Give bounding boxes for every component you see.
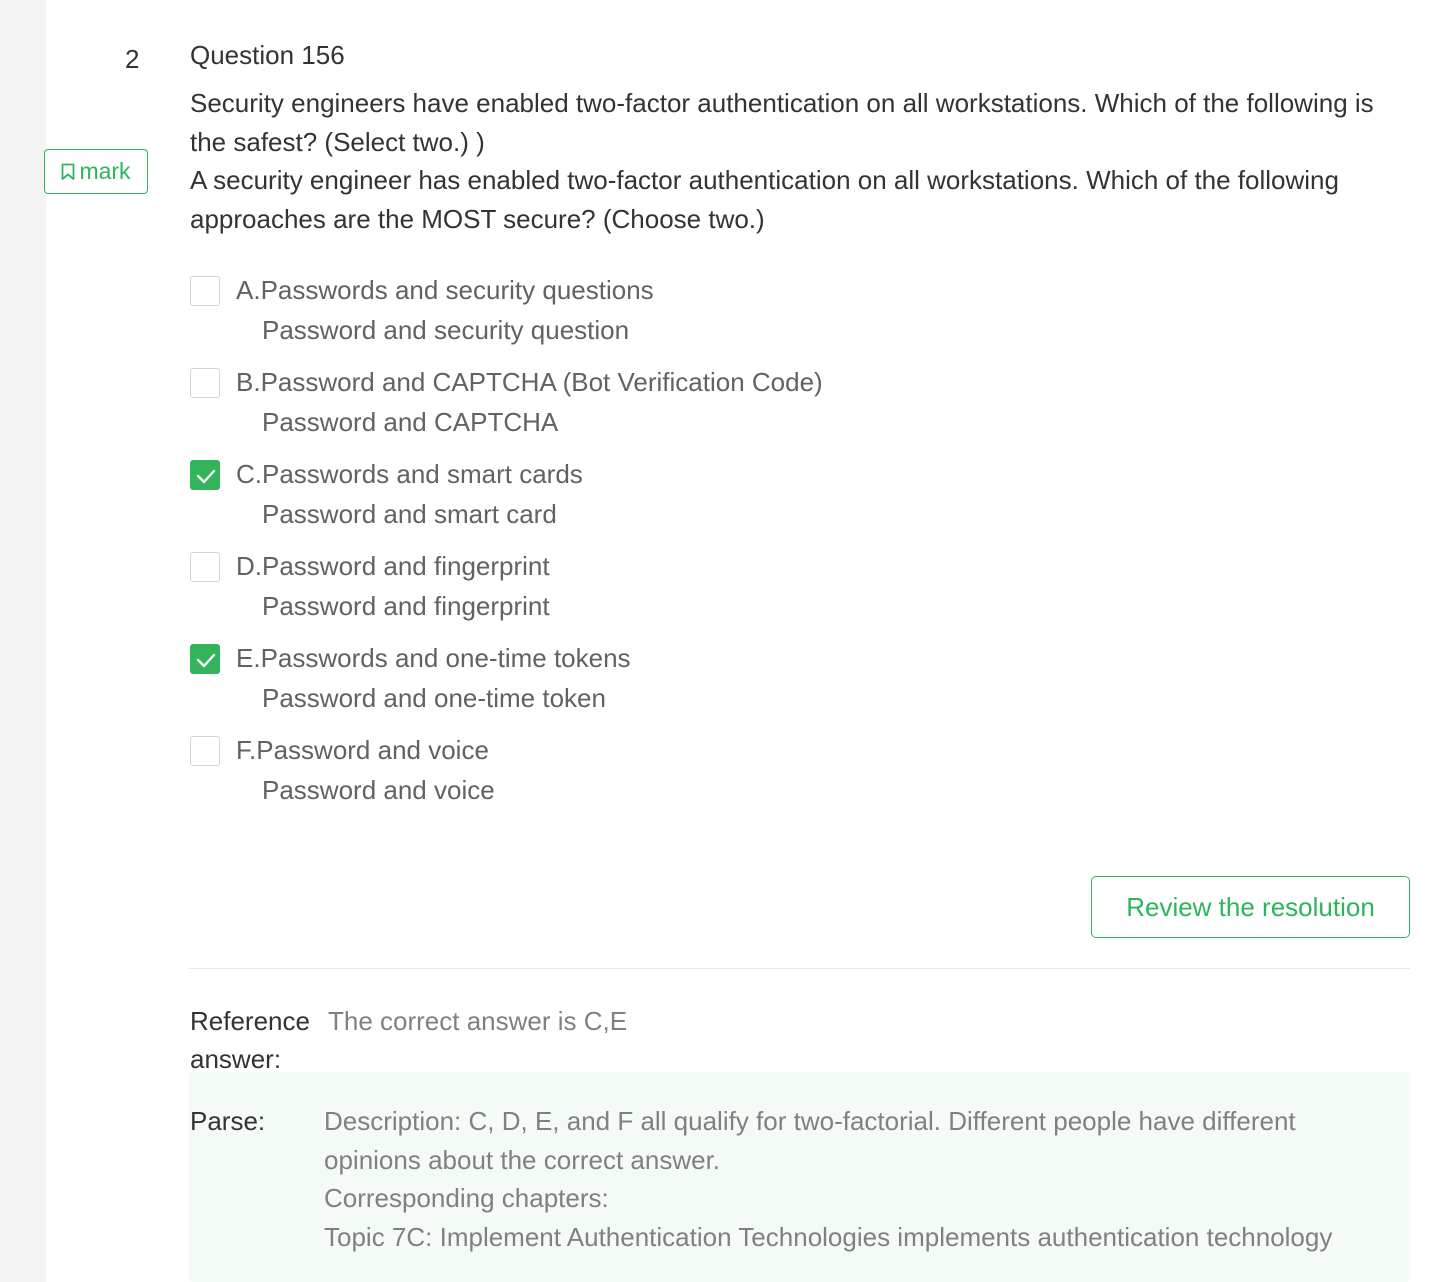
option-e[interactable]: E.Passwords and one-time tokens Password… [190, 638, 1410, 718]
option-f-subtext: Password and voice [262, 775, 495, 805]
checkbox-e[interactable] [190, 644, 220, 674]
review-resolution-button[interactable]: Review the resolution [1091, 876, 1410, 938]
checkbox-f[interactable] [190, 736, 220, 766]
question-title: Question 156 [190, 40, 345, 70]
question-stem-line-2: A security engineer has enabled two-fact… [190, 165, 1339, 234]
reference-answer-label: Reference answer: [190, 1006, 310, 1074]
option-a[interactable]: A.Passwords and security questions Passw… [190, 270, 1410, 350]
checkmark-icon [196, 653, 216, 668]
parse-line-2: Corresponding chapters: [324, 1183, 609, 1213]
question-index: 2 [125, 44, 140, 74]
checkbox-a[interactable] [190, 276, 220, 306]
option-c-label: C.Passwords and smart cards [236, 459, 583, 489]
mark-button[interactable]: mark [44, 149, 148, 194]
option-d[interactable]: D.Password and fingerprint Password and … [190, 546, 1410, 626]
review-wrap: Review the resolution [1091, 876, 1410, 938]
parse-text: Description: C, D, E, and F all qualify … [324, 1102, 1394, 1256]
checkbox-b[interactable] [190, 368, 220, 398]
question-stem: Security engineers have enabled two-fact… [190, 84, 1410, 238]
option-b[interactable]: B.Password and CAPTCHA (Bot Verification… [190, 362, 1410, 442]
option-c-subtext: Password and smart card [262, 499, 557, 529]
reference-answer-value: The correct answer is C,E [328, 1006, 628, 1036]
mark-label: mark [79, 158, 131, 184]
options-list: A.Passwords and security questions Passw… [190, 270, 1410, 810]
option-b-subtext: Password and CAPTCHA [262, 407, 559, 437]
parse-line-1: Description: C, D, E, and F all qualify … [324, 1106, 1296, 1175]
option-c[interactable]: C.Passwords and smart cards Password and… [190, 454, 1410, 534]
option-f[interactable]: F.Password and voice Password and voice [190, 730, 1410, 810]
parse-label: Parse: [190, 1106, 266, 1136]
option-e-subtext: Password and one-time token [262, 683, 606, 713]
question-page: 2 mark Question 156 Security engineers h… [0, 0, 1442, 1282]
option-d-label: D.Password and fingerprint [236, 551, 550, 581]
option-e-label: E.Passwords and one-time tokens [236, 643, 631, 673]
checkbox-c[interactable] [190, 460, 220, 490]
left-rail [0, 0, 46, 1282]
question-stem-line-1: Security engineers have enabled two-fact… [190, 88, 1374, 157]
parse-line-3: Topic 7C: Implement Authentication Techn… [324, 1221, 1333, 1252]
divider [189, 968, 1410, 969]
bookmark-icon [61, 163, 75, 181]
checkmark-icon [196, 469, 216, 484]
question-content: Question 156 Security engineers have ena… [190, 36, 1410, 822]
option-f-label: F.Password and voice [236, 735, 489, 765]
option-b-label: B.Password and CAPTCHA (Bot Verification… [236, 367, 823, 397]
option-d-subtext: Password and fingerprint [262, 591, 550, 621]
option-a-subtext: Password and security question [262, 315, 630, 345]
checkbox-d[interactable] [190, 552, 220, 582]
option-a-label: A.Passwords and security questions [236, 275, 654, 305]
